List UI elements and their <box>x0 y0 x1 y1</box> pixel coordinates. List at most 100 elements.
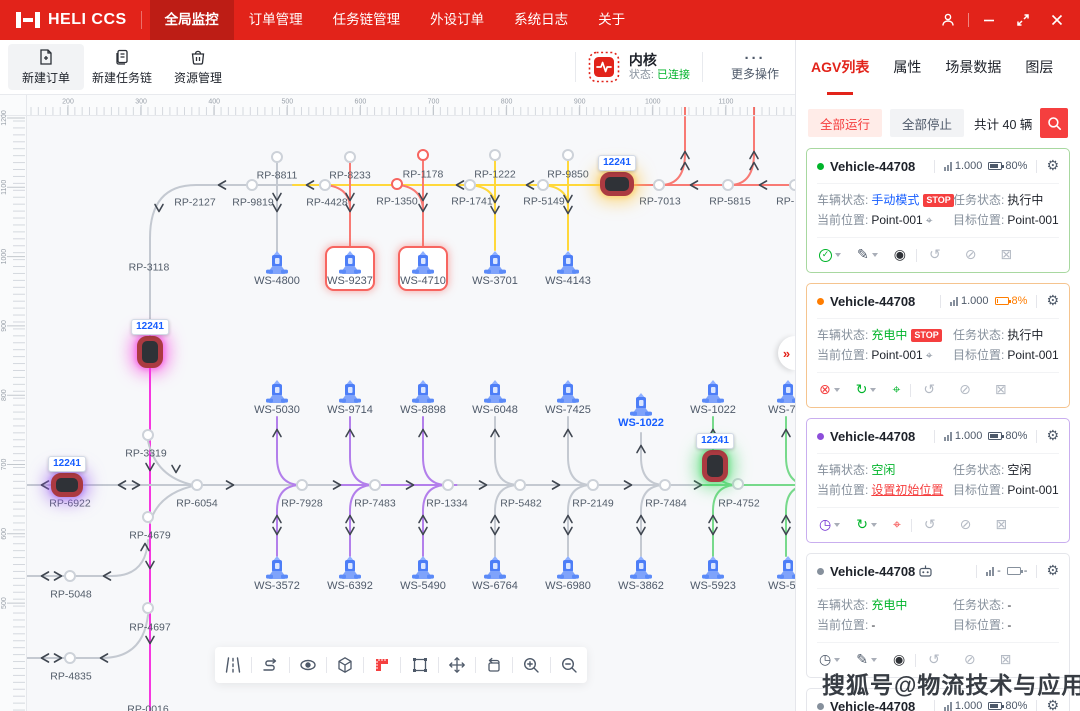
map-station[interactable]: WS-5490 <box>391 556 455 592</box>
vehicle-card[interactable]: Vehicle-44708 - - ⚙ 车辆状态: 充电中 任务状态: - 当前… <box>806 553 1070 678</box>
map-node[interactable] <box>272 152 282 162</box>
gear-icon[interactable]: ⚙ <box>1046 428 1059 444</box>
locate-icon[interactable]: ⌖ <box>926 347 933 364</box>
route-icon[interactable] <box>259 654 281 676</box>
lane-icon[interactable] <box>222 654 244 676</box>
panel-tab-0[interactable]: AGV列表 <box>811 40 869 95</box>
map-station[interactable]: WS-6764 <box>463 556 527 592</box>
gauge-icon[interactable]: ◷ <box>819 653 840 667</box>
gear-icon[interactable]: ⚙ <box>1046 293 1059 309</box>
route-edit-icon[interactable]: ✎ <box>857 248 878 262</box>
user-icon[interactable] <box>931 0 965 40</box>
map-node[interactable] <box>65 571 75 581</box>
map-node[interactable] <box>392 179 402 189</box>
maximize-button[interactable] <box>1006 0 1040 40</box>
map-station[interactable]: WS-3701 <box>463 251 527 287</box>
map-node[interactable] <box>660 480 670 490</box>
map-station[interactable]: WS-6048 <box>463 380 527 416</box>
cube-icon[interactable] <box>334 654 356 676</box>
map-node[interactable] <box>65 653 75 663</box>
map-canvas[interactable]: RP-8811RP-8233RP-1178RP-1222RP-9850RP-21… <box>0 95 795 711</box>
map-station[interactable]: WS-8898 <box>391 380 455 416</box>
map-node[interactable] <box>538 180 548 190</box>
map-node[interactable] <box>588 480 598 490</box>
locate-icon[interactable]: ⌖ <box>892 383 900 397</box>
map-node[interactable] <box>143 512 153 522</box>
map-node[interactable] <box>370 480 380 490</box>
map-node[interactable] <box>345 152 355 162</box>
pin-icon[interactable]: ◉ <box>893 653 905 667</box>
map-station[interactable]: WS-3572 <box>245 556 309 592</box>
cancel-task-icon[interactable]: ⊠ <box>1000 653 1012 667</box>
more-actions-button[interactable]: ··· 更多操作 <box>731 53 779 82</box>
map-node[interactable] <box>247 180 257 190</box>
map-vehicle[interactable] <box>600 172 634 196</box>
map-station[interactable]: WS-3862 <box>609 556 673 592</box>
rotate-icon[interactable] <box>483 654 505 676</box>
locate-off-icon[interactable]: ⌖ <box>893 518 901 532</box>
menu-item-5[interactable]: 关于 <box>583 0 640 40</box>
map-node[interactable] <box>418 150 428 160</box>
map-station[interactable]: WS-5923 <box>681 556 745 592</box>
disable-icon[interactable]: ⊘ <box>959 383 971 397</box>
map-station[interactable]: WS-4710 <box>398 246 448 291</box>
cancel-task-icon[interactable]: ⊠ <box>995 518 1007 532</box>
map-station[interactable]: WS-790 <box>756 380 795 416</box>
loop-route-icon[interactable]: ↻ <box>856 518 877 532</box>
route-edit-icon[interactable]: ✎ <box>856 653 877 667</box>
map-station[interactable]: WS-579 <box>756 556 795 592</box>
map-node[interactable] <box>490 150 500 160</box>
map-vehicle[interactable] <box>137 336 163 368</box>
map-station[interactable]: WS-9714 <box>318 380 382 416</box>
map-node[interactable] <box>733 479 743 489</box>
run-all-button[interactable]: 全部运行 <box>808 109 882 137</box>
map-node[interactable] <box>143 603 153 613</box>
disable-icon[interactable]: ⊘ <box>960 518 972 532</box>
map-node[interactable] <box>443 480 453 490</box>
gear-icon[interactable]: ⚙ <box>1046 563 1059 579</box>
locate-icon[interactable]: ⌖ <box>926 212 933 229</box>
resource-manage-button[interactable]: 资源管理 <box>160 44 236 90</box>
menu-item-2[interactable]: 任务链管理 <box>318 0 416 40</box>
close-icon[interactable] <box>1040 0 1074 40</box>
vehicle-card[interactable]: Vehicle-44708 1.000 80% ⚙ 车辆状态: 手动模式STOP… <box>806 148 1070 273</box>
panel-tab-3[interactable]: 图层 <box>1025 40 1053 95</box>
measure-icon[interactable] <box>371 654 393 676</box>
stop-mode-icon[interactable]: ⊗ <box>819 383 840 397</box>
map-node[interactable] <box>192 480 202 490</box>
frame-icon[interactable] <box>409 654 431 676</box>
map-node[interactable] <box>320 180 330 190</box>
menu-item-4[interactable]: 系统日志 <box>499 0 583 40</box>
panel-tab-2[interactable]: 场景数据 <box>945 40 1001 95</box>
disable-icon[interactable]: ⊘ <box>965 248 977 262</box>
map-station[interactable]: WS-7425 <box>536 380 600 416</box>
map-station[interactable]: WS-6980 <box>536 556 600 592</box>
map-node[interactable] <box>723 180 733 190</box>
zoom-in-icon[interactable] <box>520 654 542 676</box>
enable-icon[interactable]: ✓ <box>819 249 841 262</box>
map-station[interactable]: WS-1022 <box>609 393 673 429</box>
minimize-button[interactable] <box>972 0 1006 40</box>
map-node[interactable] <box>143 430 153 440</box>
map-node[interactable] <box>465 180 475 190</box>
map-node[interactable] <box>790 180 795 190</box>
relocate-icon[interactable]: ↺ <box>924 518 936 532</box>
menu-item-3[interactable]: 外设订单 <box>415 0 499 40</box>
history-icon[interactable]: ◷ <box>819 518 840 532</box>
move-icon[interactable] <box>446 654 468 676</box>
menu-item-0[interactable]: 全局监控 <box>150 0 234 40</box>
relocate-icon[interactable]: ↺ <box>923 383 935 397</box>
map-vehicle[interactable] <box>51 473 83 497</box>
relocate-icon[interactable]: ↺ <box>929 248 941 262</box>
map-vehicle[interactable] <box>702 450 728 482</box>
map-node[interactable] <box>654 180 664 190</box>
gear-icon[interactable]: ⚙ <box>1046 158 1059 174</box>
map-station[interactable]: WS-4143 <box>536 251 600 287</box>
map-station[interactable]: WS-4800 <box>245 251 309 287</box>
eye-icon[interactable] <box>297 654 319 676</box>
relocate-icon[interactable]: ↺ <box>928 653 940 667</box>
map-station[interactable]: WS-1022 <box>681 380 745 416</box>
stop-all-button[interactable]: 全部停止 <box>890 109 964 137</box>
loop-route-icon[interactable]: ↻ <box>856 383 877 397</box>
new-order-button[interactable]: 新建订单 <box>8 44 84 90</box>
